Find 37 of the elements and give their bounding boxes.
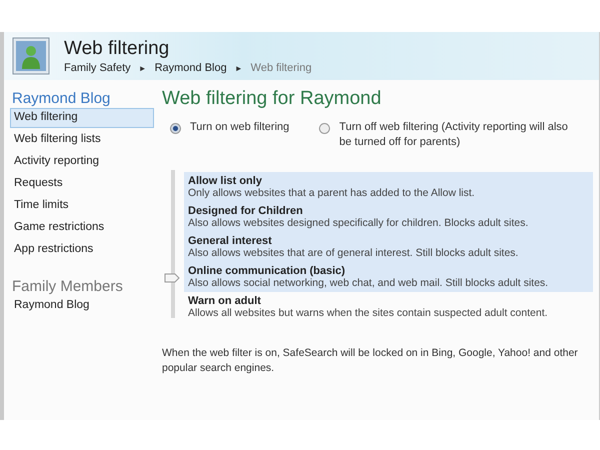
breadcrumb-link[interactable]: Family Safety	[64, 62, 131, 74]
sidebar-item[interactable]: Requests	[10, 174, 154, 194]
radio-button[interactable]	[170, 123, 181, 134]
level-description: Also allows websites designed specifically for children. Blocks adult sites.	[188, 217, 530, 229]
breadcrumb-separator: ►	[234, 64, 243, 72]
member-link[interactable]: Raymond Blog	[10, 296, 154, 316]
radio-button[interactable]	[319, 123, 330, 134]
filter-level[interactable]: Allow list only Only allows websites that a parent has added to the Allow list.	[184, 172, 593, 202]
level-name: Allow list only	[188, 175, 263, 187]
level-name: Online communication (basic)	[188, 265, 346, 277]
level-description: Also allows social networking, web chat, and web mail. Still blocks adult sites.	[188, 277, 550, 289]
slider-thumb[interactable]	[164, 273, 180, 283]
sidebar-item[interactable]: App restrictions	[10, 240, 154, 260]
level-description: Allows all websites but warns when the sites contain suspected adult content.	[188, 307, 549, 319]
filter-level[interactable]: Designed for Children Also allows websites designed specifically for children. Blocks adult sites.	[184, 202, 593, 232]
breadcrumb-separator: ►	[138, 64, 147, 72]
sidebar-item[interactable]: Activity reporting	[10, 152, 154, 172]
level-description: Only allows websites that a parent has added to the Allow list.	[188, 187, 476, 199]
sidebar-item[interactable]: Web filtering lists	[10, 130, 154, 150]
sidebar-heading: Family Members	[11, 278, 124, 295]
page-title: Web filtering for Raymond	[162, 88, 382, 110]
radio-label: Turn on web filtering	[190, 120, 290, 135]
filter-level[interactable]: Warn on adult Allows all websites but warns when the sites contain suspected adult content.	[184, 292, 593, 322]
window-title: Web filtering	[64, 38, 170, 60]
user-icon	[12, 37, 50, 75]
filter-level[interactable]: General interest Also allows websites that are of general interest. Still blocks adult sites.	[184, 232, 593, 262]
level-name: Designed for Children	[188, 205, 304, 217]
note-text: When the web filter is on, SafeSearch will be locked on in Bing, Google, Yahoo! and other popular search engines.	[162, 346, 579, 376]
breadcrumb-link[interactable]: Raymond Blog	[154, 62, 227, 74]
sidebar-heading: Raymond Blog	[11, 90, 112, 107]
level-name: Warn on adult	[188, 295, 262, 307]
sidebar-item[interactable]: Time limits	[10, 196, 154, 216]
sidebar-item[interactable]: Game restrictions	[10, 218, 154, 238]
level-name: General interest	[188, 235, 273, 247]
level-description: Also allows websites that are of general interest. Still blocks adult sites.	[188, 247, 520, 259]
sidebar-item[interactable]: Web filtering	[10, 108, 154, 128]
radio-label: Turn off web filtering (Activity reporting will also be turned off for parents)	[339, 120, 569, 150]
